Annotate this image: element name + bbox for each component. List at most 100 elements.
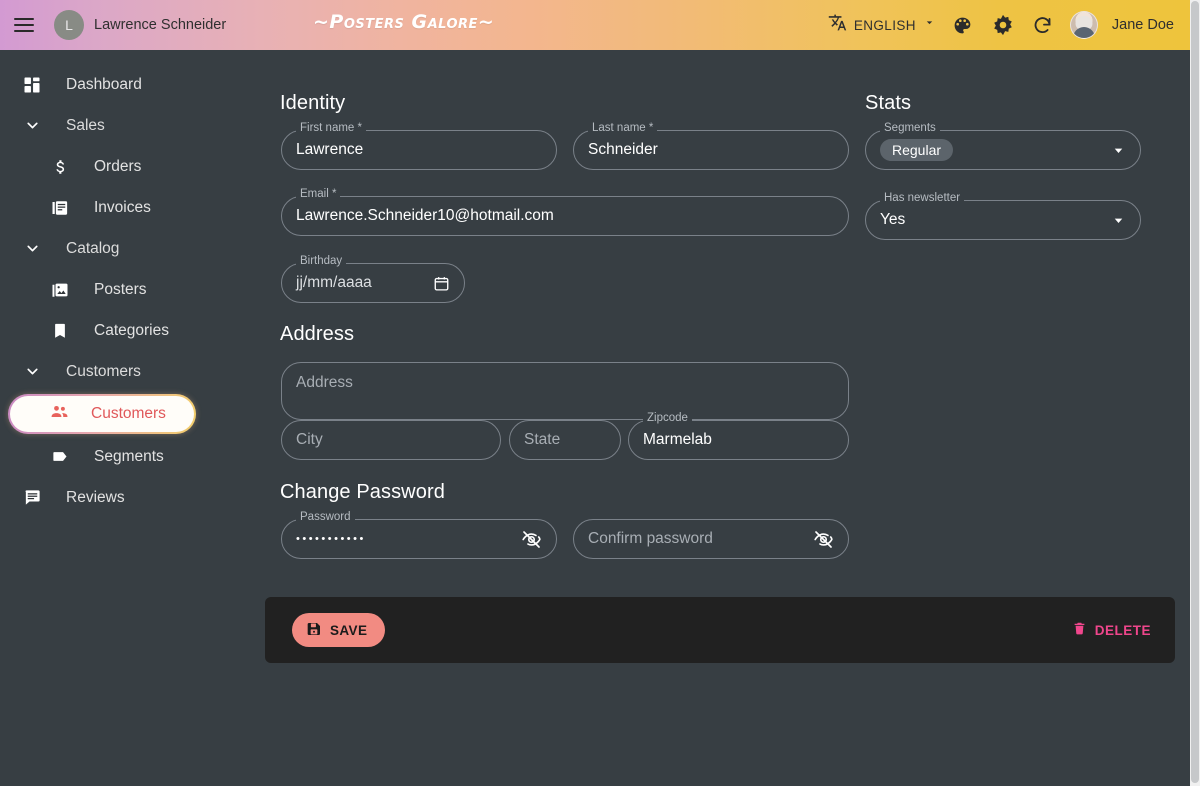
header-user-name: Lawrence Schneider [94,17,227,33]
sidebar-group-sales[interactable]: Sales [0,105,250,146]
birthday-input[interactable]: Birthday jj/mm/aaaa [281,255,465,303]
translate-icon [828,13,847,37]
sidebar-item-label: Posters [94,280,147,298]
last-name-value: Schneider [588,141,658,158]
avatar: L [54,10,84,40]
newsletter-select[interactable]: Has newsletter Yes [865,192,1141,240]
address-placeholder: Address [296,374,353,391]
city-input[interactable]: City [281,420,501,460]
sidebar-item-posters[interactable]: Posters [0,269,250,310]
tag-icon [48,447,72,466]
app-header: L Lawrence Schneider ~Posters Galore~ EN… [0,0,1190,50]
hamburger-menu-icon[interactable] [14,12,40,38]
password-value: ••••••••••• [296,533,366,545]
address-section-title: Address [280,323,355,345]
delete-button-label: DELETE [1094,622,1151,638]
first-name-input[interactable]: First name * Lawrence [281,122,557,170]
comment-icon [20,488,44,507]
chevron-down-icon [20,117,44,134]
segments-label: Segments [880,122,940,135]
calendar-icon[interactable] [433,275,450,292]
trash-icon [1072,621,1087,639]
city-placeholder: City [296,431,323,448]
sidebar-item-invoices[interactable]: Invoices [0,187,250,228]
image-icon [48,281,72,299]
language-label: ENGLISH [853,17,916,33]
state-input[interactable]: State [509,420,621,460]
segment-chip[interactable]: Regular [880,139,954,161]
zipcode-value: Marmelab [643,431,712,448]
sidebar-group-customers[interactable]: Customers [0,351,250,392]
email-value: Lawrence.Schneider10@hotmail.com [296,207,554,224]
sidebar-item-label: Dashboard [66,75,142,93]
confirm-password-input[interactable]: Confirm password [573,519,849,559]
brand-title: ~Posters Galore~ [313,11,495,33]
sidebar-item-customers[interactable]: Customers [8,394,196,434]
eye-off-icon[interactable] [813,529,834,550]
chevron-down-icon [20,363,44,380]
state-placeholder: State [524,431,561,448]
customer-edit-form: Identity First name * Lawrence Last name… [250,50,1190,786]
sidebar-group-label: Customers [66,362,141,380]
password-input[interactable]: Password ••••••••••• [281,511,557,559]
sidebar-item-label: Orders [94,157,142,175]
refresh-icon[interactable] [1030,12,1056,38]
password-section-title: Change Password [280,481,445,503]
sidebar-item-dashboard[interactable]: Dashboard [0,64,250,105]
sidebar-item-label: Categories [94,321,169,339]
account-name[interactable]: Jane Doe [1112,17,1174,33]
current-record-user-chip[interactable]: L Lawrence Schneider [54,10,226,40]
first-name-value: Lawrence [296,141,364,158]
brightness-gear-icon[interactable] [990,12,1016,38]
sidebar-item-label: Segments [94,447,164,465]
page-scrollbar[interactable] [1190,0,1200,786]
eye-off-icon[interactable] [521,529,542,550]
sidebar-item-label: Reviews [66,488,125,506]
newsletter-value: Yes [880,211,906,228]
people-icon [50,402,69,426]
zipcode-input[interactable]: Zipcode Marmelab [628,412,849,460]
birthday-placeholder: jj/mm/aaaa [296,274,372,291]
header-actions: ENGLISH Jane Doe [828,11,1180,39]
save-icon [306,621,322,640]
first-name-label: First name * [296,122,367,135]
last-name-input[interactable]: Last name * Schneider [573,122,849,170]
sidebar-item-categories[interactable]: Categories [0,310,250,351]
language-selector[interactable]: ENGLISH [828,13,936,37]
email-input[interactable]: Email * Lawrence.Schneider10@hotmail.com [281,188,849,236]
sidebar: Dashboard Sales Orders Invoices Catalog … [0,50,250,786]
newsletter-label: Has newsletter [880,192,965,205]
sidebar-group-label: Sales [66,116,105,134]
segments-select[interactable]: Segments Regular [865,122,1141,170]
stats-section-title: Stats [865,92,912,114]
sidebar-group-label: Catalog [66,239,120,257]
identity-section-title: Identity [280,92,346,114]
zipcode-label: Zipcode [643,412,692,425]
birthday-label: Birthday [296,255,347,268]
delete-button[interactable]: DELETE [1062,615,1161,645]
scrollbar-thumb[interactable] [1191,1,1199,783]
chevron-down-icon[interactable] [1111,213,1126,228]
save-button-label: SAVE [330,622,368,638]
sidebar-item-label: Invoices [94,198,151,216]
confirm-password-placeholder: Confirm password [588,530,713,547]
sidebar-group-catalog[interactable]: Catalog [0,228,250,269]
save-button[interactable]: SAVE [292,613,386,647]
dollar-icon [48,158,72,176]
last-name-label: Last name * [588,122,658,135]
bookmark-icon [48,322,72,340]
invoice-icon [48,199,72,217]
sidebar-item-reviews[interactable]: Reviews [0,477,250,518]
sidebar-item-segments[interactable]: Segments [0,436,250,477]
address-textarea[interactable]: Address [281,362,849,420]
password-label: Password [296,511,355,524]
chevron-down-icon[interactable] [1111,143,1126,158]
sidebar-item-label: Customers [91,405,166,422]
chevron-down-icon [923,16,936,34]
form-toolbar: SAVE DELETE [265,597,1175,663]
chevron-down-icon [20,240,44,257]
sidebar-item-orders[interactable]: Orders [0,146,250,187]
dashboard-icon [20,76,44,94]
account-avatar[interactable] [1069,11,1098,39]
palette-icon[interactable] [950,12,976,38]
